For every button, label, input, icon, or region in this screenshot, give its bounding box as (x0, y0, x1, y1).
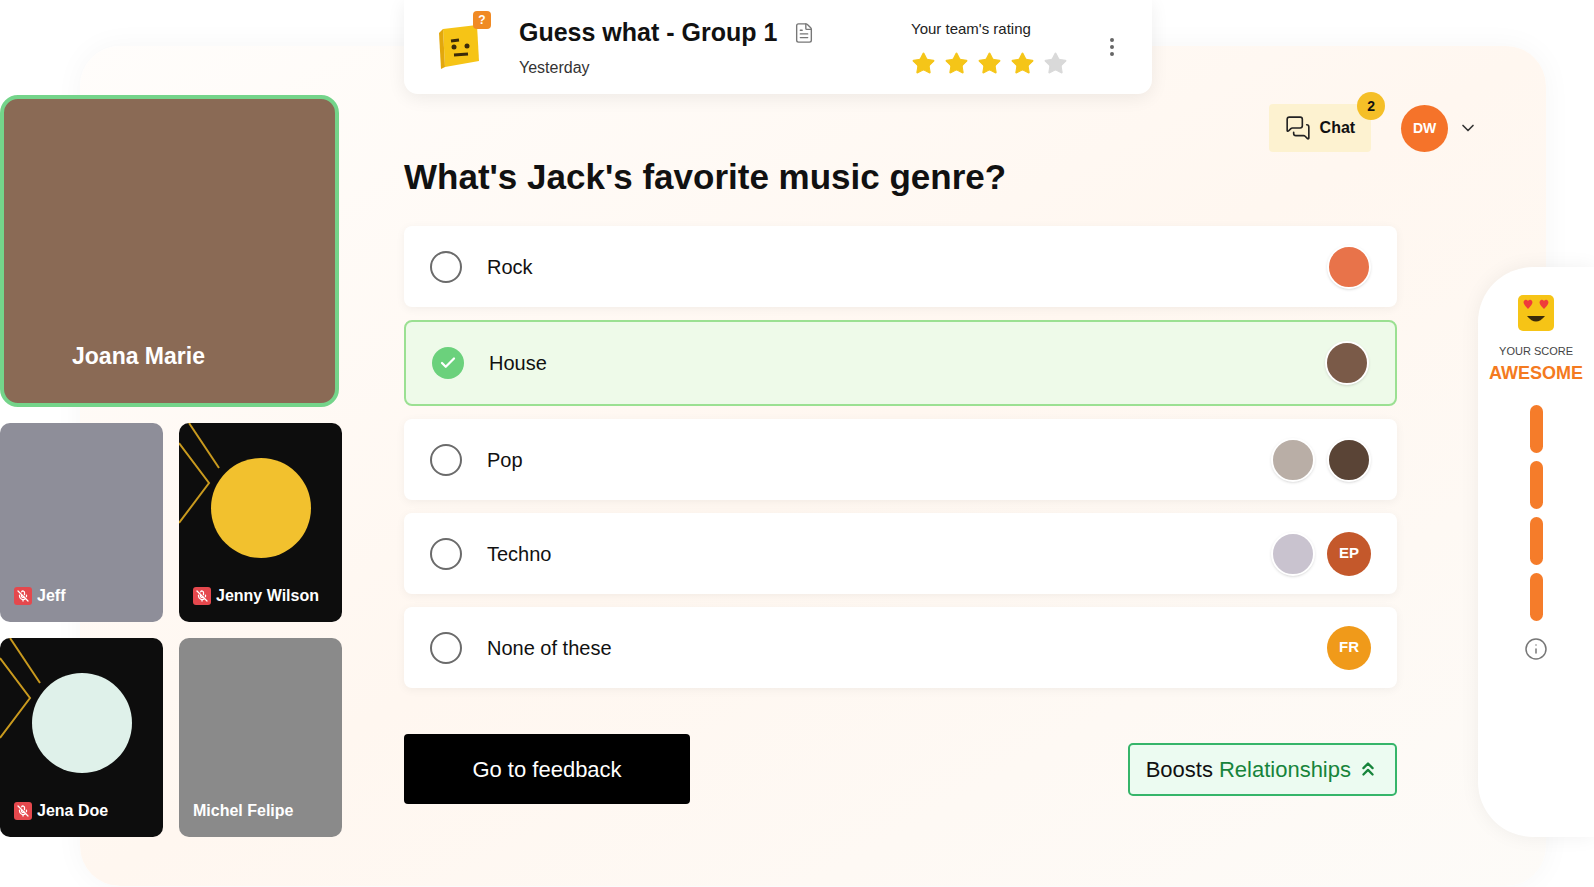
radio-icon (430, 632, 462, 664)
star-icon (1043, 51, 1068, 76)
participant-name: Jenny Wilson (216, 584, 319, 608)
radio-icon (430, 251, 462, 283)
participant-name: Jeff (37, 584, 65, 608)
participant-tile[interactable]: Jeff (0, 423, 163, 622)
chevrons-up-icon (1357, 758, 1379, 780)
chat-badge: 2 (1357, 92, 1385, 120)
chat-button[interactable]: Chat2 (1269, 104, 1372, 152)
voter-avatar (1327, 245, 1371, 289)
score-label: YOUR SCORE (1499, 343, 1573, 360)
answer-option[interactable]: House (404, 320, 1397, 406)
option-label: Pop (487, 445, 523, 475)
participant-tile[interactable]: Joana Marie (0, 95, 339, 407)
participant-tile[interactable]: Michel Felipe (179, 638, 342, 837)
voter-avatar: EP (1327, 532, 1371, 576)
option-label: Rock (487, 252, 533, 282)
participant-name: Joana Marie (72, 339, 205, 374)
video-column: Joana Marie Jeff Jenny Wilson Jena Doe Miche… (0, 0, 340, 837)
logo-icon: ? (437, 21, 485, 73)
avatar-picture (211, 458, 311, 558)
more-icon[interactable] (1100, 35, 1124, 59)
voter-avatar (1327, 438, 1371, 482)
mic-off-icon (14, 802, 32, 820)
star-icon (944, 51, 969, 76)
avatar-picture (32, 673, 132, 773)
info-icon[interactable] (1524, 637, 1548, 661)
star-icon (1010, 51, 1035, 76)
star-icon (977, 51, 1002, 76)
mic-off-icon (193, 587, 211, 605)
game-date: Yesterday (519, 56, 815, 80)
logo-badge: ? (473, 11, 491, 29)
score-bar (1530, 405, 1543, 453)
answer-option[interactable]: Pop (404, 419, 1397, 500)
mic-off-icon (14, 587, 32, 605)
score-panel: YOUR SCOREAWESOME (1478, 267, 1594, 837)
check-icon (432, 347, 464, 379)
participant-name: Michel Felipe (193, 799, 293, 823)
radio-icon (430, 444, 462, 476)
radio-icon (430, 538, 462, 570)
chat-icon (1285, 115, 1311, 141)
document-icon[interactable] (793, 22, 815, 44)
participant-name: Jena Doe (37, 799, 108, 823)
heart-eyes-icon (1516, 293, 1556, 333)
score-bar (1530, 517, 1543, 565)
chevron-down-icon[interactable] (1458, 118, 1478, 138)
score-bar (1530, 573, 1543, 621)
user-avatar[interactable]: DW (1401, 105, 1448, 152)
score-bar (1530, 461, 1543, 509)
voter-avatar (1271, 438, 1315, 482)
participant-tile[interactable]: Jena Doe (0, 638, 163, 837)
voter-avatar (1271, 532, 1315, 576)
game-title: Guess what - Group 1 (519, 14, 777, 52)
score-value: AWESOME (1489, 360, 1583, 387)
boost-button[interactable]: BoostsRelationships (1128, 743, 1397, 796)
answer-option[interactable]: Rock (404, 226, 1397, 307)
star-rating (911, 51, 1068, 76)
star-icon (911, 51, 936, 76)
app: Joana Marie Jeff Jenny Wilson Jena Doe Miche… (0, 0, 1594, 887)
answer-option[interactable]: None of these FR (404, 607, 1397, 688)
answer-option[interactable]: Techno EP (404, 513, 1397, 594)
feedback-button[interactable]: Go to feedback (404, 734, 690, 804)
option-label: Techno (487, 539, 552, 569)
voter-avatar: FR (1327, 626, 1371, 670)
main-column: ? Guess what - Group 1 Yesterday Your team'… (404, 0, 1478, 837)
score-meter (1530, 405, 1543, 621)
rating-label: Your team's rating (911, 18, 1068, 41)
question: What's Jack's favorite music genre? (404, 156, 1478, 198)
options-list: Rock House Pop Techno EP None of these FR (404, 226, 1397, 688)
header-card: ? Guess what - Group 1 Yesterday Your team'… (404, 0, 1152, 94)
option-label: None of these (487, 633, 612, 663)
option-label: House (489, 348, 547, 378)
participant-tile[interactable]: Jenny Wilson (179, 423, 342, 622)
voter-avatar (1325, 341, 1369, 385)
